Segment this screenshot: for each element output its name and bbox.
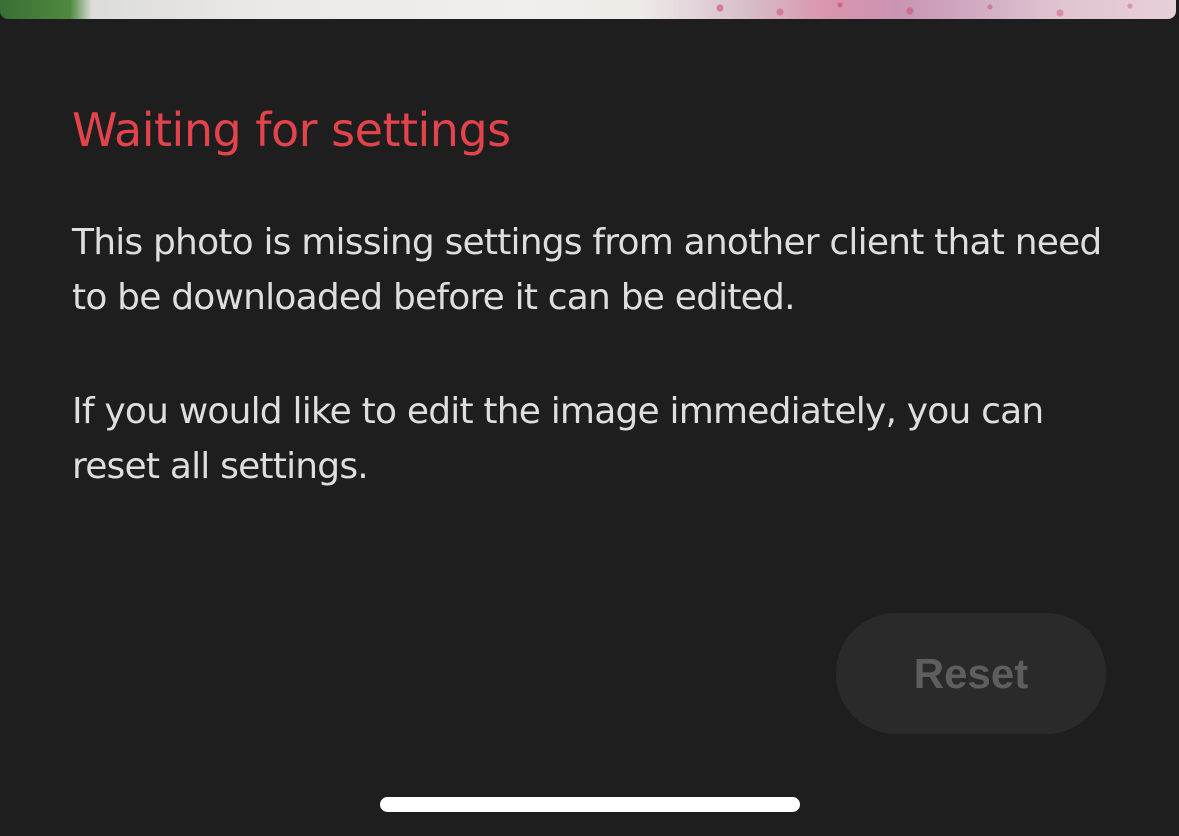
photo-preview-texture [690, 0, 1176, 19]
dialog-title: Waiting for settings [72, 103, 511, 157]
reset-button-label: Reset [913, 649, 1029, 697]
reset-hint-message: If you would like to edit the image imme… [72, 391, 1044, 487]
missing-settings-message: This photo is missing settings from anot… [72, 222, 1102, 318]
photo-preview [0, 0, 1179, 19]
reset-button[interactable]: Reset [836, 613, 1106, 734]
home-indicator[interactable] [380, 797, 800, 812]
